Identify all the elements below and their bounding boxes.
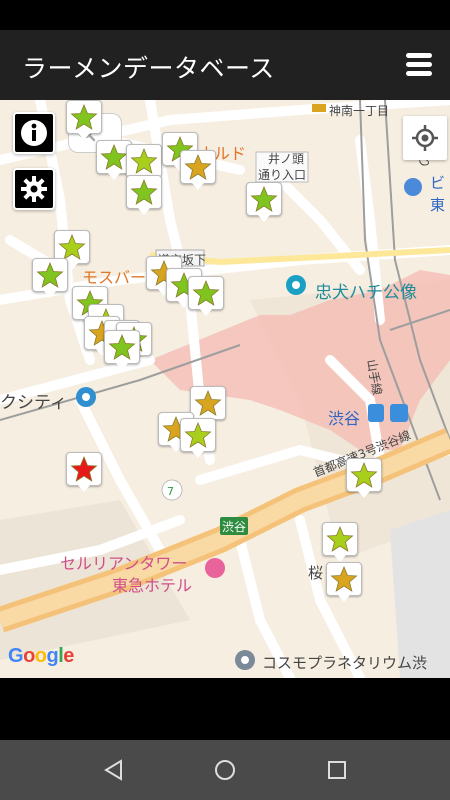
status-bar bbox=[0, 0, 450, 30]
map-label-higashi: 東 bbox=[430, 196, 446, 214]
star-icon bbox=[130, 147, 158, 174]
ramen-shop-pin[interactable] bbox=[32, 258, 68, 298]
star-icon bbox=[130, 178, 158, 205]
ramen-shop-pin[interactable] bbox=[180, 418, 216, 458]
map-label-shibuya-sign: 渋谷 bbox=[222, 520, 247, 534]
app-title: ラーメンデータベース bbox=[22, 54, 275, 83]
map-label-jinnan: 神南一丁目 bbox=[329, 104, 390, 118]
svg-text:7: 7 bbox=[167, 485, 174, 498]
map-label-tokyu: 東急ホテル bbox=[112, 576, 193, 595]
star-icon bbox=[326, 525, 354, 552]
ramen-shop-pin[interactable] bbox=[66, 452, 102, 492]
star-icon bbox=[70, 103, 98, 130]
star-icon bbox=[184, 153, 212, 180]
recents-square-icon[interactable] bbox=[322, 755, 352, 785]
star-icon bbox=[184, 421, 212, 448]
app-bar: ラーメンデータベース bbox=[0, 30, 450, 100]
star-icon bbox=[194, 389, 222, 416]
star-icon bbox=[100, 143, 128, 170]
back-triangle-icon[interactable] bbox=[99, 755, 129, 785]
ramen-shop-pin[interactable] bbox=[104, 330, 140, 370]
map-label-cerulean: セルリアンタワー bbox=[60, 554, 188, 573]
ramen-shop-pin[interactable] bbox=[180, 150, 216, 190]
info-button[interactable] bbox=[13, 112, 55, 154]
star-icon bbox=[36, 261, 64, 288]
ramen-shop-pin[interactable] bbox=[326, 562, 362, 602]
star-icon bbox=[70, 455, 98, 482]
map-label-sakura: 桜 bbox=[308, 564, 324, 582]
map-label-inokashira: 井ノ頭 bbox=[268, 152, 305, 166]
poi-pin-blue-icon bbox=[76, 387, 96, 407]
map-label-ebi: ビ bbox=[430, 174, 446, 192]
ramen-shop-pin[interactable] bbox=[66, 100, 102, 140]
star-icon bbox=[350, 461, 378, 488]
ramen-shop-pin[interactable] bbox=[188, 276, 224, 316]
bottom-spacer bbox=[0, 678, 450, 740]
map-label-inokashira2: 通り入口 bbox=[258, 168, 307, 182]
star-icon bbox=[108, 333, 136, 360]
google-logo: Google bbox=[8, 645, 74, 667]
map-view[interactable]: 7 神南一丁目 井ノ頭 通り入口 マクドナルド 道玄坂下 忠犬ハチ公像 モスバー… bbox=[0, 100, 450, 678]
map-label-cosmo: コスモプラネタリウム渋 bbox=[262, 654, 428, 672]
my-location-button[interactable] bbox=[403, 116, 447, 160]
settings-button[interactable] bbox=[13, 168, 55, 210]
ramen-shop-pin[interactable] bbox=[346, 458, 382, 498]
map-label-hachiko: 忠犬ハチ公像 bbox=[315, 283, 417, 303]
star-icon bbox=[192, 279, 220, 306]
map-label-city: クシティ bbox=[0, 393, 67, 413]
gear-icon bbox=[21, 176, 47, 202]
android-nav-bar bbox=[0, 740, 450, 800]
map-label-shibuya: 渋谷 bbox=[328, 409, 361, 428]
ramen-shop-pin[interactable] bbox=[126, 175, 162, 215]
home-circle-icon[interactable] bbox=[210, 755, 240, 785]
ramen-shop-pin[interactable] bbox=[322, 522, 358, 562]
info-icon bbox=[21, 120, 47, 146]
ramen-shop-pin[interactable] bbox=[246, 182, 282, 222]
hamburger-menu-icon[interactable] bbox=[406, 52, 432, 78]
star-icon bbox=[58, 233, 86, 260]
my-location-icon bbox=[412, 125, 438, 151]
star-icon bbox=[330, 565, 358, 592]
star-icon bbox=[250, 185, 278, 212]
